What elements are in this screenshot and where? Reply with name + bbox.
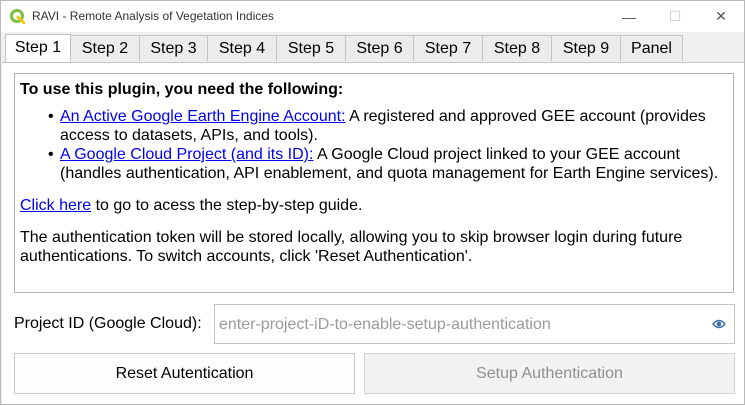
- guide-link[interactable]: Click here: [20, 197, 91, 214]
- maximize-icon: ☐: [668, 8, 682, 24]
- project-id-input[interactable]: [217, 313, 711, 337]
- cloud-project-link[interactable]: A Google Cloud Project (and its ID):: [60, 146, 313, 163]
- step-tab-bar: Step 1 Step 2 Step 3 Step 4 Step 5 Step …: [2, 34, 744, 63]
- token-note: The authentication token will be stored …: [20, 229, 683, 265]
- requirements-list: • An Active Google Earth Engine Account: …: [20, 107, 725, 183]
- guide-text: to go to acess the step-by-step guide.: [91, 197, 363, 214]
- close-icon: ✕: [715, 8, 727, 24]
- tab-step-8[interactable]: Step 8: [482, 35, 552, 61]
- tab-step-4[interactable]: Step 4: [207, 35, 277, 61]
- project-id-label: Project ID (Google Cloud):: [14, 315, 202, 332]
- gee-account-link[interactable]: An Active Google Earth Engine Account:: [60, 108, 346, 125]
- minimize-button[interactable]: —: [606, 1, 652, 32]
- requirements-info-box: To use this plugin, you need the followi…: [14, 73, 734, 293]
- tab-step-2[interactable]: Step 2: [70, 35, 140, 61]
- setup-authentication-button[interactable]: Setup Authentication: [364, 353, 735, 394]
- tab-step-7[interactable]: Step 7: [413, 35, 483, 61]
- qgis-logo-icon: [10, 9, 25, 24]
- tab-step-6[interactable]: Step 6: [345, 35, 414, 61]
- eye-icon[interactable]: [712, 318, 726, 330]
- reset-authentication-button[interactable]: Reset Autentication: [14, 353, 355, 394]
- tab-step-1[interactable]: Step 1: [5, 34, 71, 63]
- tab-step-3[interactable]: Step 3: [139, 35, 208, 61]
- maximize-button[interactable]: ☐: [652, 1, 698, 32]
- list-item: • A Google Cloud Project (and its ID): A …: [48, 146, 719, 182]
- list-item: • An Active Google Earth Engine Account: …: [48, 108, 706, 144]
- close-button[interactable]: ✕: [698, 1, 744, 32]
- minimize-icon: —: [622, 8, 636, 25]
- tab-step-9[interactable]: Step 9: [551, 35, 621, 61]
- tab-panel[interactable]: Panel: [620, 35, 683, 61]
- plugin-window: RAVI - Remote Analysis of Vegetation Ind…: [0, 0, 745, 405]
- guide-paragraph: Click here to go to acess the step-by-st…: [20, 196, 725, 215]
- tab-step-5[interactable]: Step 5: [276, 35, 346, 61]
- window-title: RAVI - Remote Analysis of Vegetation Ind…: [32, 9, 274, 23]
- title-bar[interactable]: RAVI - Remote Analysis of Vegetation Ind…: [1, 1, 744, 32]
- project-id-field[interactable]: [214, 304, 735, 344]
- requirements-heading: To use this plugin, you need the followi…: [20, 81, 344, 98]
